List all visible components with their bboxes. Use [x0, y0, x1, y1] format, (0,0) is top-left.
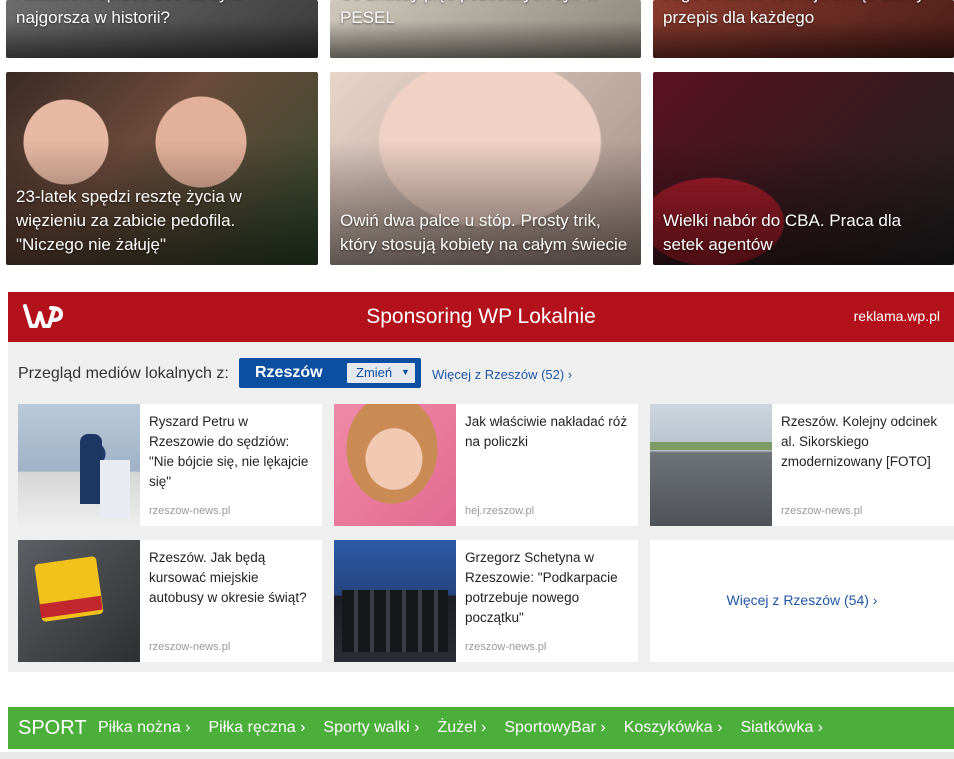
hero-card-3[interactable]: Wielki nabór do CBA. Praca dla setek age…	[653, 72, 954, 265]
sport-title[interactable]: SPORT	[18, 717, 87, 740]
city-selector: Rzeszów Zmień ▼	[239, 358, 421, 388]
sport-nav-zuzel[interactable]: Żużel ›	[437, 719, 486, 737]
top-card-3[interactable]: Jego smak to esencja świąt. Łatwy przepi…	[653, 0, 954, 58]
news-thumbnail	[18, 540, 140, 662]
sponsor-header: Sponsoring WP Lokalnie reklama.wp.pl	[8, 292, 954, 342]
top-card-2[interactable]: Co znaczy pięć pozostałych cyfr w PESEL	[330, 0, 641, 58]
news-title: Ryszard Petru w Rzeszowie do sędziów: "N…	[149, 414, 309, 489]
sport-nav-pilka-nozna[interactable]: Piłka nożna ›	[98, 719, 191, 737]
news-source: rzeszow-news.pl	[465, 641, 547, 653]
sport-nav-koszykowka[interactable]: Koszykówka ›	[624, 719, 723, 737]
sponsor-block: Sponsoring WP Lokalnie reklama.wp.pl Prz…	[8, 292, 954, 672]
top-card-1[interactable]: Katastrofa sprzed 100 lat była najgorsza…	[6, 0, 318, 58]
reklama-link[interactable]: reklama.wp.pl	[854, 308, 940, 324]
local-media-label: Przegląd mediów lokalnych z:	[18, 365, 229, 382]
city-name: Rzeszów	[255, 364, 323, 381]
news-source: rzeszow-news.pl	[149, 641, 231, 653]
sport-nav-sporty-walki[interactable]: Sporty walki ›	[323, 719, 419, 737]
change-city-label: Zmień	[356, 365, 393, 380]
news-title: Jak właściwie nakładać róż na policzki	[465, 414, 628, 449]
sport-nav-pilka-reczna[interactable]: Piłka ręczna ›	[209, 719, 306, 737]
hero-card-caption: 23-latek spędzi resztę życia w więzieniu…	[16, 187, 242, 254]
hero-card-2[interactable]: Owiń dwa palce u stóp. Prosty trik, któr…	[330, 72, 641, 265]
news-thumbnail	[334, 404, 456, 526]
news-thumbnail	[18, 404, 140, 526]
news-thumbnail	[650, 404, 772, 526]
local-news-item[interactable]: Jak właściwie nakładać róż na policzki h…	[334, 404, 638, 526]
more-from-city-label: Więcej z Rzeszów (54) ›	[726, 592, 878, 608]
local-news-item[interactable]: Ryszard Petru w Rzeszowie do sędziów: "N…	[18, 404, 322, 526]
hero-card-1[interactable]: 23-latek spędzi resztę życia w więzieniu…	[6, 72, 318, 265]
hero-card-caption: Owiń dwa palce u stóp. Prosty trik, któr…	[340, 211, 628, 254]
news-thumbnail	[334, 540, 456, 662]
local-news-item[interactable]: Rzeszów. Kolejny odcinek al. Sikorskiego…	[650, 404, 954, 526]
top-card-caption: Jego smak to esencja świąt. Łatwy przepi…	[663, 0, 925, 27]
sponsor-title: Sponsoring WP Lokalnie	[366, 305, 596, 328]
news-title: Rzeszów. Kolejny odcinek al. Sikorskiego…	[781, 414, 938, 469]
sport-nav-siatkowka[interactable]: Siatkówka ›	[740, 719, 823, 737]
sport-nav-sportowybar[interactable]: SportowyBar ›	[504, 719, 605, 737]
local-news-item[interactable]: Grzegorz Schetyna w Rzeszowie: "Podkarpa…	[334, 540, 638, 662]
news-title: Rzeszów. Jak będą kursować miejskie auto…	[149, 550, 307, 605]
sport-nav-links: Piłka nożna › Piłka ręczna › Sporty walk…	[98, 719, 841, 737]
hero-card-caption: Wielki nabór do CBA. Praca dla setek age…	[663, 211, 902, 254]
more-from-city-link[interactable]: Więcej z Rzeszów (52) ›	[432, 367, 572, 382]
change-city-button[interactable]: Zmień ▼	[347, 363, 415, 383]
sport-nav-bar: SPORT Piłka nożna › Piłka ręczna › Sport…	[8, 707, 954, 749]
local-news-item[interactable]: Rzeszów. Jak będą kursować miejskie auto…	[18, 540, 322, 662]
news-title: Grzegorz Schetyna w Rzeszowie: "Podkarpa…	[465, 550, 618, 625]
news-source: hej.rzeszow.pl	[465, 505, 535, 517]
top-card-caption: Co znaczy pięć pozostałych cyfr w PESEL	[340, 0, 599, 27]
news-source: rzeszow-news.pl	[149, 505, 231, 517]
news-source: rzeszow-news.pl	[781, 505, 863, 517]
top-card-caption: Katastrofa sprzed 100 lat była najgorsza…	[16, 0, 241, 27]
caret-down-icon: ▼	[401, 367, 410, 377]
next-section-strip	[0, 752, 954, 759]
more-from-city-card[interactable]: Więcej z Rzeszów (54) ›	[650, 540, 954, 662]
